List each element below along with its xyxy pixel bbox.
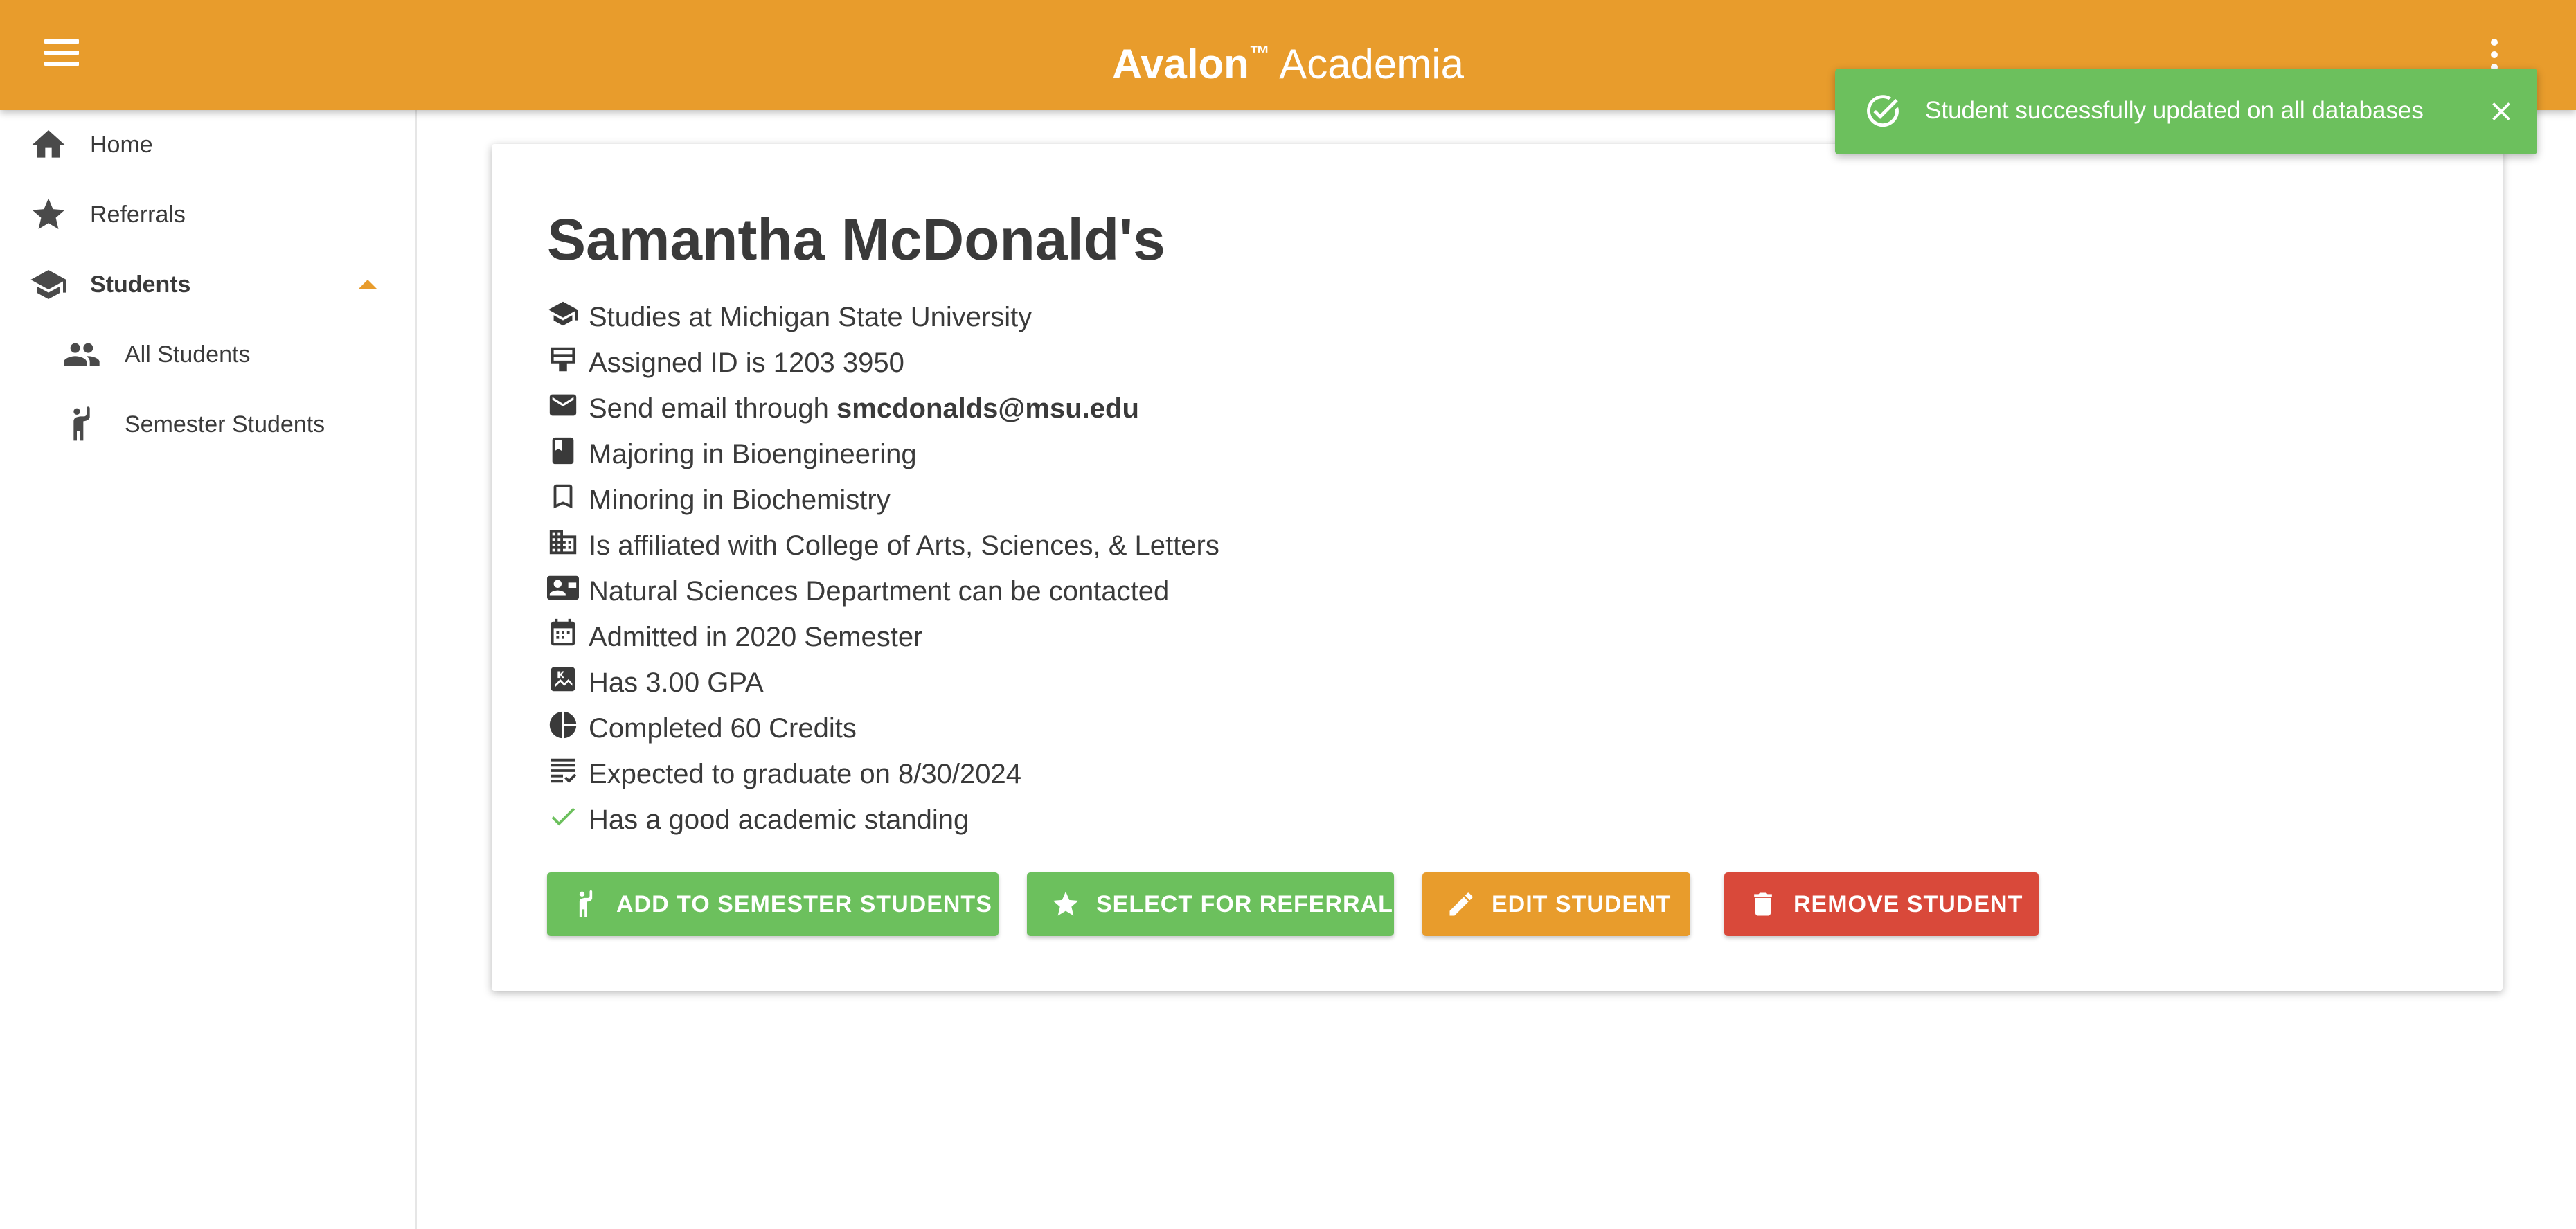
toast-message: Student successfully updated on all data… <box>1925 97 2424 124</box>
checklist-icon <box>551 758 576 783</box>
sidebar-item-label: Students <box>90 271 191 298</box>
email-icon <box>549 394 577 416</box>
calendar-icon <box>551 618 575 646</box>
contact-card-icon <box>547 575 579 600</box>
sidebar-item-home[interactable]: Home <box>0 117 414 172</box>
info-row-minor: Minoring in Biochemistry <box>547 481 1794 522</box>
info-row-major: Majoring in Bioengineering <box>547 435 1794 476</box>
sidebar-item-label: All Students <box>125 341 251 368</box>
info-row-graduation: Expected to graduate on 8/30/2024 <box>547 755 1794 796</box>
student-email[interactable]: smcdonalds@msu.edu <box>837 393 1139 424</box>
star-icon <box>1053 891 1079 916</box>
sidebar-item-label: Home <box>90 131 153 158</box>
success-toast: Student successfully updated on all data… <box>1835 69 2537 154</box>
info-row-department: Natural Sciences Department can be conta… <box>547 572 1794 613</box>
info-row-standing: Has a good academic standing <box>547 800 1794 842</box>
sidebar-item-referrals[interactable]: Referrals <box>0 187 414 242</box>
more-options-icon[interactable] <box>2489 39 2500 71</box>
people-icon <box>64 343 100 366</box>
pencil-icon <box>1449 892 1473 916</box>
sidebar-item-students[interactable]: Students <box>0 257 414 312</box>
bookmark-icon <box>553 484 573 509</box>
info-row-email: Send email through smcdonalds@msu.edu <box>547 389 1794 431</box>
sidebar-item-semester-students[interactable]: Semester Students <box>0 397 414 452</box>
info-row-credits: Completed 60 Credits <box>547 709 1794 751</box>
page-title: Samantha McDonald's <box>547 207 1165 272</box>
select-for-referral-button[interactable]: SELECT FOR REFERRAL <box>1027 872 1394 936</box>
info-row-id: Assigned ID is 1203 3950 <box>547 343 1794 385</box>
trash-icon <box>1754 892 1772 916</box>
pie-chart-icon <box>549 711 577 739</box>
building-icon <box>549 530 577 555</box>
home-icon <box>32 130 65 158</box>
book-icon <box>552 437 574 465</box>
sidebar-item-all-students[interactable]: All Students <box>0 327 414 382</box>
sidebar: Home Referrals Students All Students Sem… <box>0 110 417 1229</box>
check-circle-icon <box>1867 95 1899 127</box>
add-to-semester-students-button[interactable]: ADD TO SEMESTER STUDENTS <box>547 872 999 936</box>
collapse-caret-icon[interactable] <box>359 280 377 289</box>
sidebar-item-label: Semester Students <box>125 411 325 438</box>
remove-student-button[interactable]: REMOVE STUDENT <box>1724 872 2039 936</box>
badge-icon <box>551 347 575 372</box>
sidebar-item-label: Referrals <box>90 201 186 228</box>
person-raise-hand-icon <box>73 406 90 441</box>
school-icon <box>30 270 66 299</box>
edit-student-button[interactable]: EDIT STUDENT <box>1422 872 1690 936</box>
info-row-admitted: Admitted in 2020 Semester <box>547 618 1794 659</box>
info-row-university: Studies at Michigan State University <box>547 298 1794 339</box>
school-icon <box>548 301 578 326</box>
close-icon[interactable] <box>2486 96 2516 127</box>
person-raise-hand-icon <box>579 890 593 917</box>
check-icon <box>551 807 575 826</box>
grade-icon <box>551 667 575 692</box>
star-icon <box>32 198 65 229</box>
info-row-college: Is affiliated with College of Arts, Scie… <box>547 526 1794 568</box>
info-row-gpa: Has 3.00 GPA <box>547 663 1794 705</box>
